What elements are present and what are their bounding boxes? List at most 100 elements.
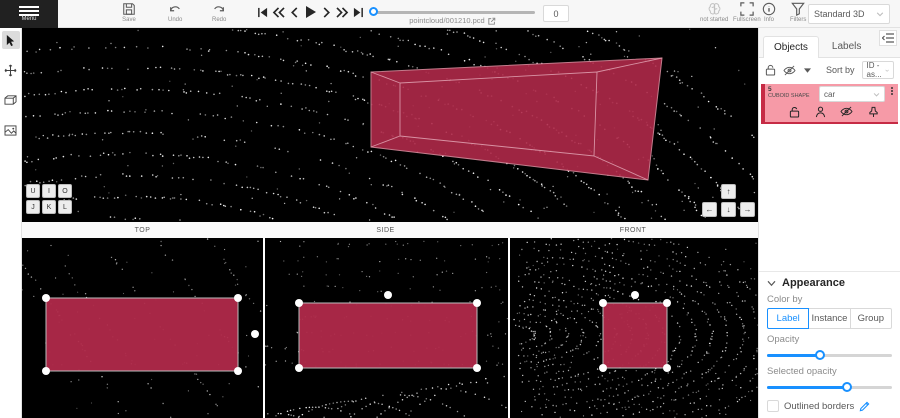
object-hidden-button[interactable] (840, 106, 853, 118)
ai-tools-button[interactable]: not started (700, 2, 728, 23)
arrow-up-button[interactable]: ↑ (721, 184, 736, 199)
jump-forward-button[interactable] (336, 3, 349, 21)
redo-icon (212, 2, 226, 16)
pin-icon (868, 106, 879, 118)
lock-all-button[interactable] (765, 64, 776, 76)
selected-opacity-slider[interactable] (767, 381, 892, 393)
pencil-icon[interactable] (859, 401, 870, 412)
menu-label: Menu (21, 16, 36, 22)
workspace-value: Standard 3D (814, 9, 865, 19)
front-view-canvas[interactable] (510, 238, 758, 418)
object-menu-button[interactable] (888, 86, 896, 95)
main-menu-button[interactable]: Menu (0, 0, 58, 28)
object-item-car[interactable]: 5 CUBOID SHAPE car (761, 84, 898, 124)
arrow-right-button[interactable]: → (740, 202, 755, 217)
caret-down-icon (803, 67, 812, 74)
workspace-select[interactable]: Standard 3D (808, 4, 890, 24)
player-controls (256, 3, 365, 21)
save-button[interactable]: Save (122, 2, 136, 23)
key-j[interactable]: J (26, 200, 40, 214)
sort-value: ID - as... (867, 61, 885, 79)
key-i[interactable]: I (42, 184, 56, 198)
arrow-left-button[interactable]: ← (702, 202, 717, 217)
undo-label: Undo (168, 17, 182, 23)
color-by-label: Color by (767, 294, 892, 305)
filename-text: pointcloud/001210.pcd (409, 16, 484, 25)
outlined-borders-label: Outlined borders (784, 401, 854, 412)
info-button[interactable]: Info (762, 2, 776, 23)
chevron-down-icon (885, 67, 889, 74)
object-occluded-button[interactable] (815, 106, 826, 118)
key-l[interactable]: L (58, 200, 72, 214)
object-pinned-button[interactable] (868, 106, 879, 118)
info-label: Info (764, 17, 774, 23)
side-view-canvas[interactable] (265, 238, 508, 418)
move-icon (4, 64, 17, 77)
frame-filename: pointcloud/001210.pcd (370, 16, 535, 25)
appearance-title: Appearance (782, 277, 845, 289)
opacity-slider[interactable] (767, 349, 892, 361)
controls-sidebar (0, 28, 22, 418)
hide-all-button[interactable] (783, 65, 796, 76)
cursor-icon (5, 34, 16, 47)
cuboid-annotation (371, 58, 662, 180)
filters-label: Filters (790, 17, 806, 23)
chevron-down-icon (873, 91, 880, 98)
jump-backward-button[interactable] (272, 3, 285, 21)
fullscreen-button[interactable]: Fullscreen (733, 2, 761, 23)
redo-label: Redo (212, 17, 226, 23)
appearance-header[interactable]: Appearance (767, 277, 892, 289)
cuboid-icon (4, 94, 17, 106)
next-frame-button[interactable] (320, 3, 333, 21)
arrow-down-button[interactable]: ↓ (721, 202, 736, 217)
sort-select[interactable]: ID - as... (862, 61, 894, 79)
sort-by-label: Sort by (826, 65, 855, 75)
outlined-borders-checkbox[interactable] (767, 400, 779, 412)
first-frame-button[interactable] (256, 3, 269, 21)
top-view-canvas[interactable] (22, 238, 263, 418)
opacity-slider-handle[interactable] (815, 350, 825, 360)
color-by-group: Label Instance Group (767, 308, 892, 329)
save-label: Save (122, 17, 136, 23)
cursor-tool-button[interactable] (2, 31, 20, 49)
frame-number-input[interactable] (543, 5, 569, 22)
link-icon[interactable] (488, 17, 496, 25)
draw-cuboid-button[interactable] (2, 91, 20, 109)
move-tool-button[interactable] (2, 61, 20, 79)
unlock-icon (789, 106, 800, 118)
redo-button[interactable]: Redo (212, 2, 226, 23)
top-view-cuboid (42, 294, 259, 375)
side-view-cuboid (295, 291, 481, 372)
eye-off-icon (783, 65, 796, 76)
play-button[interactable] (304, 3, 317, 21)
key-k[interactable]: K (42, 200, 56, 214)
key-u[interactable]: U (26, 184, 40, 198)
color-by-instance-option[interactable]: Instance (808, 308, 850, 329)
selected-opacity-slider-handle[interactable] (842, 382, 852, 392)
front-view-cuboid (599, 291, 671, 372)
object-label-value: car (824, 90, 835, 99)
appearance-panel: Appearance Color by Label Instance Group… (759, 271, 900, 418)
color-by-group-option[interactable]: Group (850, 308, 892, 329)
frame-slider-handle[interactable] (369, 7, 378, 16)
object-lock-button[interactable] (789, 106, 800, 118)
perspective-canvas[interactable]: U I O J K L ↑ ← ↓ → (22, 28, 758, 222)
photo-context-button[interactable] (2, 121, 20, 139)
key-o[interactable]: O (58, 184, 72, 198)
filter-icon (791, 2, 805, 16)
top-view-label: TOP (22, 222, 263, 238)
object-label-select[interactable]: car (819, 86, 885, 102)
last-frame-button[interactable] (352, 3, 365, 21)
collapse-sidebar-button[interactable] (879, 30, 897, 46)
filters-button[interactable]: Filters (790, 2, 806, 23)
tab-labels[interactable]: Labels (821, 35, 872, 57)
brain-icon (707, 2, 722, 16)
previous-frame-button[interactable] (288, 3, 301, 21)
object-action-buttons (768, 102, 896, 119)
collapse-icon (882, 33, 894, 43)
color-by-label-option[interactable]: Label (767, 308, 809, 329)
tab-objects[interactable]: Objects (763, 36, 819, 58)
camera-arrowpad: ↑ ← ↓ → (702, 184, 756, 218)
undo-button[interactable]: Undo (168, 2, 182, 23)
expand-all-button[interactable] (803, 67, 812, 74)
